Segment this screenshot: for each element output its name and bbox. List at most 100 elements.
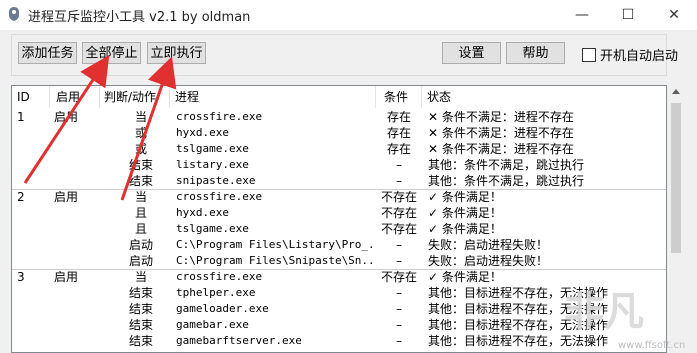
cell-action: 当 xyxy=(134,110,147,124)
cell-id xyxy=(17,317,47,333)
cell-process: crossfire.exe xyxy=(176,110,263,123)
column-header-process[interactable]: 进程 xyxy=(170,86,376,108)
autostart-checkbox[interactable]: 开机自动启动 xyxy=(582,45,678,65)
cell-action: 或 xyxy=(134,126,147,140)
cell-enabled: 启用 xyxy=(54,270,79,284)
cell-action: 当 xyxy=(134,270,147,284)
cell-process: snipaste.exe xyxy=(176,174,256,187)
cell-condition: 不存在 xyxy=(380,270,417,284)
cell-process: tslgame.exe xyxy=(176,142,249,155)
cell-status: ✓ 条件满足！ xyxy=(428,190,502,204)
cell-enabled xyxy=(54,237,100,253)
minimize-button[interactable]: — xyxy=(559,0,605,30)
cell-process: crossfire.exe xyxy=(176,270,263,283)
cell-condition: 存在 xyxy=(386,110,411,124)
table-row[interactable]: 启动 C:\Program Files\Snipaste\Sn... – 失败：启动进… xyxy=(12,253,666,269)
cell-enabled xyxy=(54,333,100,349)
table-row[interactable]: 2 启用 当 crossfire.exe 不存在 ✓ 条件满足！ xyxy=(12,189,666,205)
cell-id xyxy=(17,221,47,237)
scroll-up-icon[interactable] xyxy=(672,89,680,94)
title-bar: 进程互斥监控小工具 v2.1 by oldman — ☐ ✕ xyxy=(0,0,697,30)
cell-action: 当 xyxy=(134,190,147,204)
cell-id: 3 xyxy=(17,270,25,284)
cell-action: 且 xyxy=(134,206,147,220)
cell-action: 结束 xyxy=(128,174,153,188)
cell-action: 结束 xyxy=(128,302,153,316)
cell-condition: – xyxy=(396,238,402,252)
stop-all-button[interactable]: 全部停止 xyxy=(82,42,141,64)
autostart-label: 开机自动启动 xyxy=(600,49,679,64)
cell-process: listary.exe xyxy=(176,158,249,171)
cell-process: hyxd.exe xyxy=(176,206,229,219)
cell-condition: – xyxy=(396,302,402,316)
app-icon xyxy=(9,7,19,21)
cell-condition: 存在 xyxy=(386,126,411,140)
column-header-condition[interactable]: 条件 xyxy=(376,86,422,108)
cell-condition: – xyxy=(396,286,402,300)
cell-enabled xyxy=(54,253,100,269)
cell-status: ✓ 条件满足！ xyxy=(428,206,502,220)
cell-status: ✓ 条件满足！ xyxy=(428,222,502,236)
cell-id xyxy=(17,157,47,173)
maximize-icon: ☐ xyxy=(621,7,635,23)
list-header: ID 启用 判断/动作 进程 条件 状态 xyxy=(12,86,666,108)
cell-process: C:\Program Files\Snipaste\Sn... xyxy=(176,254,374,267)
table-row[interactable]: 且 tslgame.exe 不存在 ✓ 条件满足！ xyxy=(12,221,666,237)
cell-process: gameloader.exe xyxy=(176,302,269,315)
add-task-button[interactable]: 添加任务 xyxy=(18,42,77,64)
run-now-button[interactable]: 立即执行 xyxy=(147,42,206,64)
cell-enabled xyxy=(54,285,100,301)
cell-process: crossfire.exe xyxy=(176,190,263,203)
cell-id xyxy=(17,253,47,269)
column-header-enabled[interactable]: 启用 xyxy=(50,86,100,108)
table-row[interactable]: 或 tslgame.exe 存在 ✕ 条件不满足：进程不存在 xyxy=(12,141,666,157)
cell-enabled xyxy=(54,157,100,173)
cell-process: tphelper.exe xyxy=(176,286,256,299)
settings-button[interactable]: 设置 xyxy=(442,42,501,64)
cell-status: ✓ 条件满足！ xyxy=(428,270,502,284)
cell-process: C:\Program Files\Listary\Pro_... xyxy=(176,238,374,251)
close-button[interactable]: ✕ xyxy=(651,0,697,30)
watermark-site: www.ffsoft.cn xyxy=(618,340,686,351)
cell-action: 或 xyxy=(134,142,147,156)
cell-status: ✕ 条件不满足：进程不存在 xyxy=(428,142,574,156)
table-row[interactable]: 且 hyxd.exe 不存在 ✓ 条件满足！ xyxy=(12,205,666,221)
cell-status: 其他：条件不满足，跳过执行 xyxy=(428,158,585,172)
cell-id xyxy=(17,285,47,301)
cell-process: gamebar.exe xyxy=(176,318,249,331)
close-icon: ✕ xyxy=(668,7,680,23)
cell-action: 启动 xyxy=(128,254,153,268)
cell-process: gamebarftserver.exe xyxy=(176,334,302,347)
cell-enabled xyxy=(54,173,100,189)
cell-enabled xyxy=(54,125,100,141)
cell-condition: 存在 xyxy=(386,142,411,156)
cell-status: 失败：启动进程失败！ xyxy=(428,238,549,252)
column-header-id[interactable]: ID xyxy=(12,86,50,108)
cell-id: 2 xyxy=(17,190,25,204)
cell-condition: 不存在 xyxy=(380,190,417,204)
cell-id xyxy=(17,301,47,317)
table-row[interactable]: 3 启用 当 crossfire.exe 不存在 ✓ 条件满足！ xyxy=(12,269,666,285)
cell-condition: – xyxy=(396,318,402,332)
table-row[interactable]: 或 hyxd.exe 存在 ✕ 条件不满足：进程不存在 xyxy=(12,125,666,141)
column-header-action[interactable]: 判断/动作 xyxy=(100,86,170,108)
scroll-thumb[interactable] xyxy=(671,103,681,253)
cell-enabled: 启用 xyxy=(54,190,79,204)
cell-enabled xyxy=(54,317,100,333)
cell-condition: 不存在 xyxy=(380,206,417,220)
column-header-status[interactable]: 状态 xyxy=(422,86,666,108)
maximize-button[interactable]: ☐ xyxy=(605,0,651,30)
cell-condition: – xyxy=(396,334,402,348)
cell-condition: – xyxy=(396,174,402,188)
cell-action: 结束 xyxy=(128,318,153,332)
cell-status: ✕ 条件不满足：进程不存在 xyxy=(428,126,574,140)
table-row[interactable]: 结束 snipaste.exe – 其他：条件不满足，跳过执行 xyxy=(12,173,666,189)
cell-status: 失败：启动进程失败！ xyxy=(428,254,549,268)
table-row[interactable]: 结束 listary.exe – 其他：条件不满足，跳过执行 xyxy=(12,157,666,173)
table-row[interactable]: 启动 C:\Program Files\Listary\Pro_... – 失败：启动… xyxy=(12,237,666,253)
cell-enabled xyxy=(54,301,100,317)
checkbox-box[interactable] xyxy=(582,48,596,62)
help-button[interactable]: 帮助 xyxy=(506,42,565,64)
table-row[interactable]: 1 启用 当 crossfire.exe 存在 ✕ 条件不满足：进程不存在 xyxy=(12,109,666,125)
cell-action: 启动 xyxy=(128,238,153,252)
